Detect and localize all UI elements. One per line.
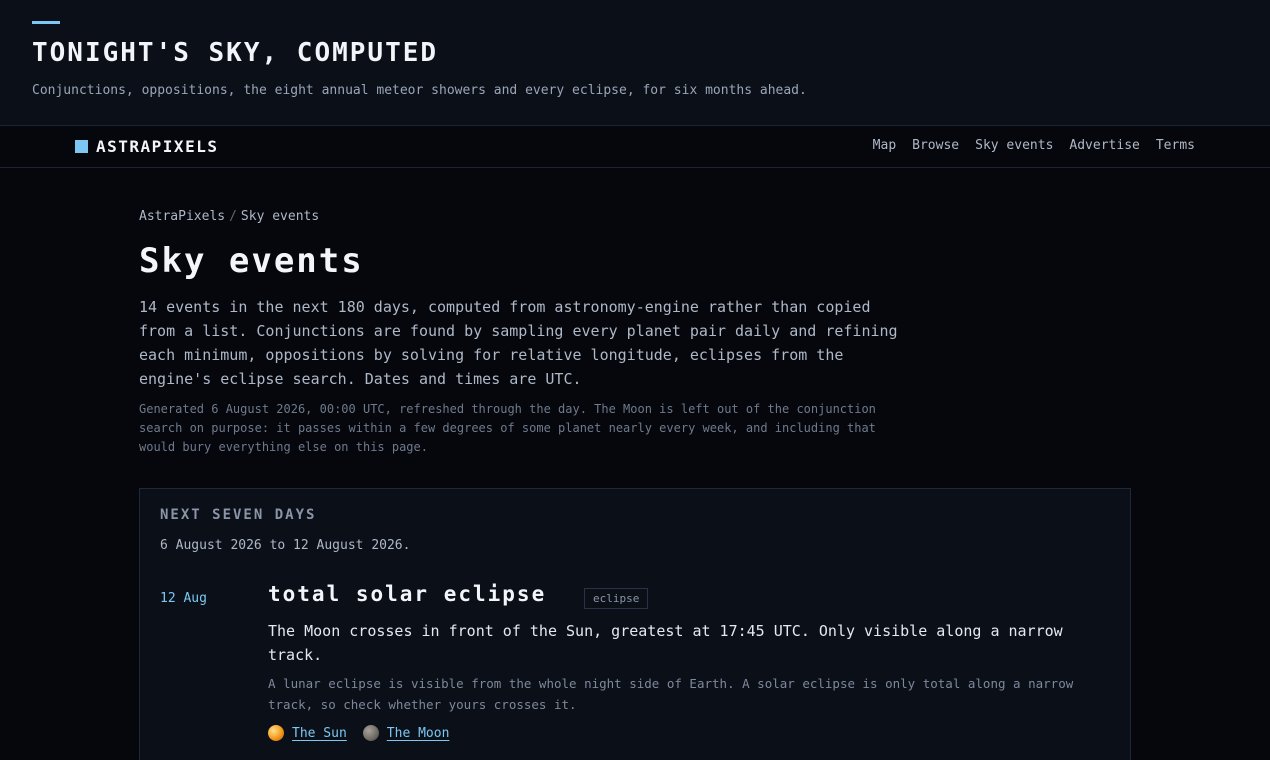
event-tag-badge: eclipse: [584, 588, 649, 609]
event-title: total solar eclipse: [268, 582, 547, 606]
next-seven-days-panel: NEXT SEVEN DAYS 6 August 2026 to 12 Augu…: [139, 488, 1131, 760]
event-bodies: The Sun The Moon: [268, 725, 449, 741]
page-note: Generated 6 August 2026, 00:00 UTC, refr…: [139, 402, 876, 454]
moon-icon: [362, 725, 379, 741]
event-description: The Moon crosses in front of the Sun, gr…: [268, 622, 1063, 664]
breadcrumb-separator: /: [229, 209, 237, 224]
nav-link-sky-events[interactable]: Sky events: [975, 138, 1053, 153]
breadcrumb: AstraPixels / Sky events: [139, 209, 319, 224]
nav-link-map[interactable]: Map: [873, 138, 896, 153]
event-date: 12 Aug: [160, 591, 207, 606]
body-chip-sun[interactable]: The Sun: [268, 725, 347, 741]
banner-title: TONIGHT'S SKY, COMPUTED: [32, 38, 439, 68]
top-nav: ASTRAPIXELS Map Browse Sky events Advert…: [0, 126, 1270, 168]
nav-link-browse[interactable]: Browse: [912, 138, 959, 153]
nav-link-advertise[interactable]: Advertise: [1069, 138, 1139, 153]
nav-links: Map Browse Sky events Advertise Terms: [873, 138, 1195, 153]
page-intro: 14 events in the next 180 days, computed…: [139, 298, 898, 388]
panel-title: NEXT SEVEN DAYS: [160, 507, 317, 523]
event-note: A lunar eclipse is visible from the whol…: [268, 676, 1074, 712]
site-banner: TONIGHT'S SKY, COMPUTED Conjunctions, op…: [0, 0, 1270, 126]
brand-logo-link[interactable]: ASTRAPIXELS: [75, 136, 218, 156]
panel-date-range: 6 August 2026 to 12 August 2026.: [160, 538, 411, 553]
breadcrumb-root-link[interactable]: AstraPixels: [139, 209, 225, 224]
banner-subtitle: Conjunctions, oppositions, the eight ann…: [32, 83, 807, 98]
brand-name: ASTRAPIXELS: [96, 136, 219, 156]
breadcrumb-current: Sky events: [240, 209, 320, 224]
brand-square-icon: [75, 139, 88, 153]
body-link-moon[interactable]: The Moon: [387, 726, 450, 741]
nav-link-terms[interactable]: Terms: [1156, 138, 1195, 153]
body-chip-moon[interactable]: The Moon: [362, 725, 450, 741]
page-title: Sky events: [139, 241, 364, 281]
banner-accent-bar: [32, 21, 60, 24]
sun-icon: [268, 725, 284, 741]
body-link-sun[interactable]: The Sun: [292, 726, 347, 741]
